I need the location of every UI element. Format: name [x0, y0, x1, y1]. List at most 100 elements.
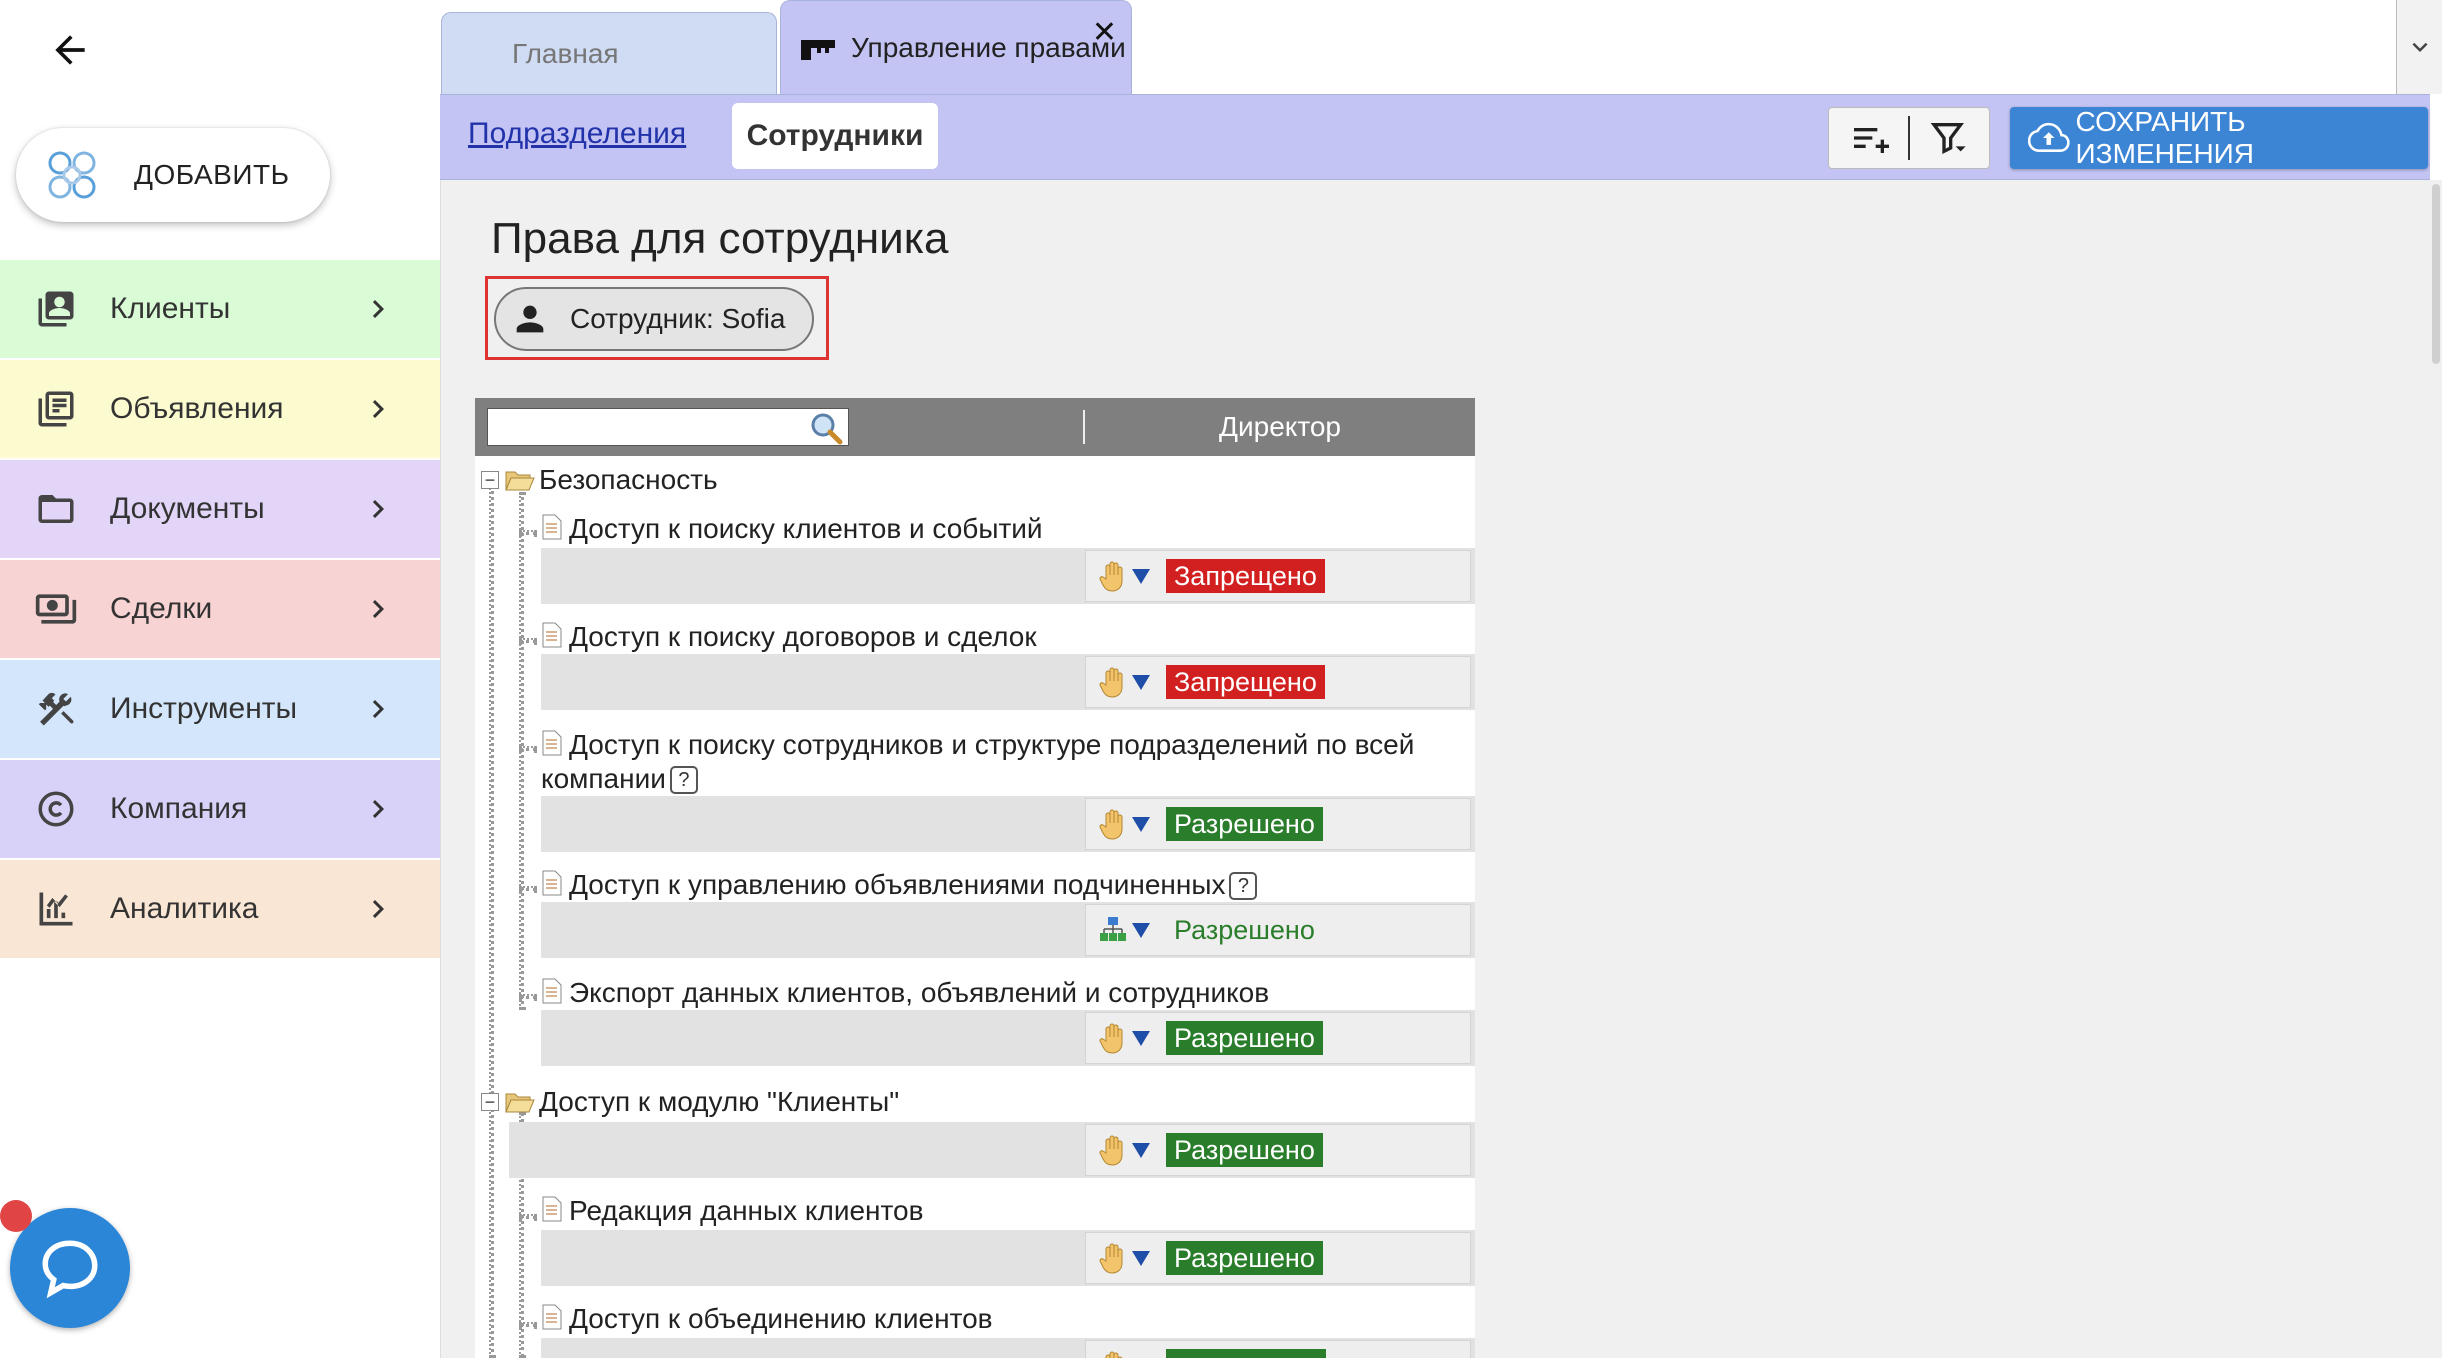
toolbar: Подразделения Сотрудники СОХРАНИТЬ ИЗМЕН…: [440, 94, 2430, 180]
tree-header: Директор: [475, 398, 1475, 456]
sidebar-item-clients[interactable]: Клиенты: [0, 260, 440, 358]
rights-tree: Директор − Безопасность Доступ к поиску …: [475, 398, 1475, 1358]
employees-tab-label: Сотрудники: [746, 119, 924, 152]
document-icon: [542, 870, 562, 896]
sidebar-item-label: Компания: [110, 792, 248, 825]
chevron-right-icon: [372, 800, 384, 818]
sidebar-item-deals[interactable]: Сделки: [0, 560, 440, 658]
permission-value-select[interactable]: [1085, 1340, 1471, 1358]
tab-strip: Главная Управление правами ✕: [440, 0, 2442, 94]
back-button[interactable]: [44, 24, 96, 76]
permission-value-row: Разрешено: [541, 1230, 1475, 1286]
chevron-right-icon: [372, 300, 384, 318]
tree-guide: [519, 1322, 537, 1327]
tab-label: Главная: [512, 37, 619, 69]
permission-title: Доступ к поиску сотрудников и структуре …: [541, 729, 1415, 794]
document-icon: [542, 514, 562, 540]
magnifier-icon[interactable]: [808, 411, 846, 445]
employees-tab[interactable]: Сотрудники: [732, 103, 938, 169]
sidebar-item-listings[interactable]: Объявления: [0, 360, 440, 458]
document-icon: [542, 978, 562, 1004]
permission-value-row: Запрещено: [541, 548, 1475, 604]
chevron-down-icon: [2412, 42, 2427, 52]
analytics-icon: [32, 885, 80, 933]
main-scrollbar[interactable]: [2430, 180, 2442, 1358]
add-button[interactable]: ДОБАВИТЬ: [16, 128, 330, 222]
tab-rights-management[interactable]: Управление правами ✕: [780, 0, 1132, 94]
collapse-icon[interactable]: −: [481, 471, 499, 489]
add-filter-button[interactable]: [1829, 108, 1908, 168]
help-icon[interactable]: ?: [669, 766, 698, 794]
tree-group-clients-module[interactable]: − Доступ к модулю "Клиенты": [481, 1082, 899, 1122]
close-icon[interactable]: ✕: [1092, 15, 1117, 50]
sidebar-item-label: Объявления: [110, 392, 284, 425]
column-title: Директор: [1219, 411, 1341, 442]
triangle-down-icon: [1132, 1143, 1150, 1158]
permission-value-row: Разрешено: [541, 1010, 1475, 1066]
status-badge: Запрещено: [1166, 665, 1325, 699]
sidebar-item-tools[interactable]: Инструменты: [0, 660, 440, 758]
sidebar: ДОБАВИТЬ Клиенты Объявления Документы Сд…: [0, 0, 440, 1358]
triangle-down-icon: [1132, 1251, 1150, 1266]
sidebar-nav: Клиенты Объявления Документы Сделки Инст…: [0, 260, 440, 960]
permission-value-select[interactable]: Разрешено: [1085, 1124, 1471, 1176]
collapse-icon[interactable]: −: [481, 1093, 499, 1111]
sidebar-item-analytics[interactable]: Аналитика: [0, 860, 440, 958]
triangle-down-icon: [1132, 1031, 1150, 1046]
permission-value-select[interactable]: Запрещено: [1085, 656, 1471, 708]
permission-value-row: [541, 1338, 1475, 1358]
document-icon: [542, 730, 562, 756]
sidebar-item-label: Сделки: [110, 592, 213, 625]
filter-button[interactable]: [1910, 108, 1989, 168]
status-badge: [1166, 1349, 1326, 1358]
permission-title: Редакция данных клиентов: [541, 1194, 923, 1228]
permission-value-select[interactable]: Разрешено: [1085, 1012, 1471, 1064]
status-badge: Запрещено: [1166, 559, 1325, 593]
main-content: Права для сотрудника Сотрудник: Sofia Ди…: [440, 180, 2430, 1358]
status-badge: Разрешено: [1174, 914, 1315, 945]
permission-value-select[interactable]: Разрешено: [1085, 798, 1471, 850]
folder-open-icon: [505, 471, 535, 491]
folder-icon: [32, 485, 80, 533]
arrow-left-icon: [55, 35, 85, 65]
chevron-right-icon: [372, 400, 384, 418]
tree-group-label: Безопасность: [539, 464, 718, 495]
tree-guide: [519, 492, 524, 1010]
hand-icon: [1099, 1023, 1123, 1054]
help-icon[interactable]: ?: [1229, 872, 1258, 900]
document-icon: [542, 622, 562, 648]
filter-dropdown-icon: [1931, 123, 1967, 155]
permission-title: Доступ к объединению клиентов: [541, 1302, 993, 1336]
permission-value-row: Разрешено: [509, 1122, 1475, 1178]
tree-guide: [489, 480, 494, 1358]
sidebar-item-company[interactable]: Компания: [0, 760, 440, 858]
permission-value-select[interactable]: Разрешено: [1085, 1232, 1471, 1284]
tree-group-security[interactable]: − Безопасность: [481, 460, 718, 500]
permission-value-select[interactable]: Запрещено: [1085, 550, 1471, 602]
divisions-link[interactable]: Подразделения: [468, 117, 686, 151]
person-icon: [516, 305, 544, 333]
permission-value-select[interactable]: Разрешено: [1085, 904, 1471, 956]
permission-title: Доступ к управлению объявлениями подчине…: [541, 868, 1258, 902]
tree-guide: [519, 746, 537, 751]
save-changes-button[interactable]: СОХРАНИТЬ ИЗМЕНЕНИЯ: [2010, 106, 2428, 169]
tabs-dropdown-button[interactable]: [2396, 0, 2442, 94]
sidebar-item-label: Клиенты: [110, 292, 231, 325]
permission-value-row: Разрешено: [541, 902, 1475, 958]
copyright-icon: [32, 785, 80, 833]
employee-chip[interactable]: Сотрудник: Sofia: [494, 287, 814, 351]
tree-guide: [519, 886, 537, 891]
sidebar-item-label: Аналитика: [110, 892, 259, 925]
sidebar-item-documents[interactable]: Документы: [0, 460, 440, 558]
tree-guide: [519, 994, 537, 999]
chat-bubble-icon: [42, 1240, 98, 1299]
triangle-down-icon: [1132, 923, 1150, 938]
permission-value-row: Запрещено: [541, 654, 1475, 710]
tab-home[interactable]: Главная: [441, 12, 777, 94]
scrollbar-thumb[interactable]: [2432, 184, 2440, 364]
hand-icon: [1099, 667, 1123, 698]
triangle-down-icon: [1132, 569, 1150, 584]
tree-search-input[interactable]: [488, 410, 808, 444]
tools-icon: [32, 685, 80, 733]
permission-title: Экспорт данных клиентов, объявлений и со…: [541, 976, 1269, 1010]
